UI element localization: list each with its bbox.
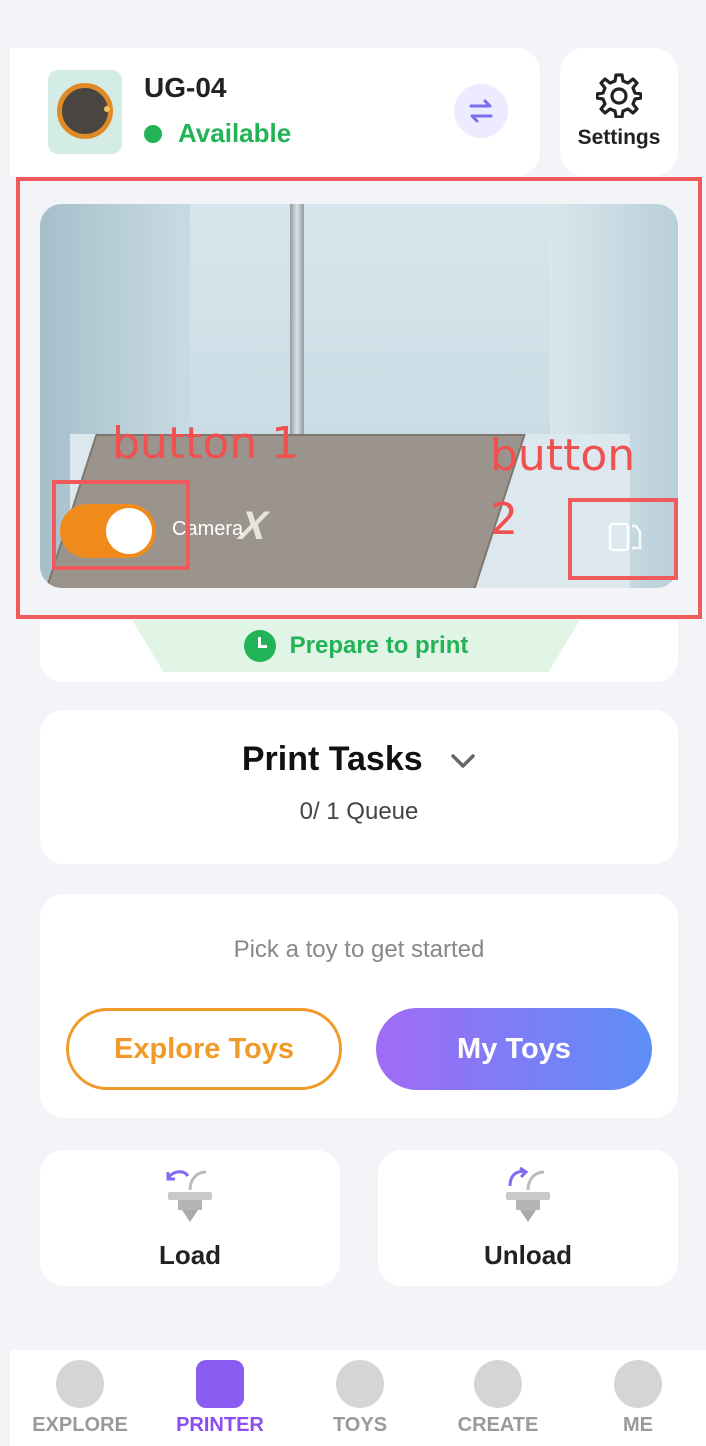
- annotation-button1-label: button 1: [112, 418, 300, 469]
- explore-toys-button[interactable]: Explore Toys: [66, 1008, 342, 1090]
- load-filament-button[interactable]: Load: [40, 1150, 340, 1286]
- unload-filament-button[interactable]: Unload: [378, 1150, 678, 1286]
- load-label: Load: [158, 1240, 222, 1270]
- print-tasks-title: Print Tasks: [241, 740, 423, 778]
- status-dot-icon: [144, 124, 162, 143]
- printer-page: UG-04 Available Settings X Camera button…: [0, 0, 706, 1446]
- tab-printer-label: PRINTER: [176, 1414, 264, 1436]
- tab-explore-label: EXPLORE: [32, 1414, 128, 1436]
- tab-create-label: CREATE: [457, 1414, 539, 1436]
- face-icon: [614, 1360, 662, 1408]
- annotation-button1-box: [52, 480, 190, 570]
- settings-label: Settings: [577, 126, 661, 149]
- pick-toy-prompt: Pick a toy to get started: [233, 936, 485, 963]
- device-name: UG-04: [144, 72, 227, 103]
- clock-icon: [243, 630, 276, 662]
- my-toys-button[interactable]: My Toys: [376, 1008, 652, 1090]
- switch-device-button[interactable]: [454, 84, 508, 138]
- tab-toys[interactable]: TOYS: [290, 1360, 430, 1437]
- annotation-button2-box: [568, 498, 678, 580]
- settings-button[interactable]: Settings: [560, 48, 678, 176]
- gear-icon: [596, 73, 642, 118]
- bulb-icon: [474, 1360, 522, 1408]
- print-status-tab: Prepare to print: [132, 620, 580, 672]
- chevron-down-icon: [451, 754, 475, 768]
- device-status-text: Available: [178, 118, 292, 148]
- printer-thumbnail: [48, 70, 122, 154]
- tab-me-label: ME: [623, 1414, 653, 1436]
- load-filament-icon: [166, 1170, 212, 1222]
- swap-arrows-icon: [469, 99, 493, 123]
- tab-me[interactable]: ME: [568, 1360, 706, 1437]
- annotation-button2-label-line1: button: [490, 430, 636, 481]
- unload-label: Unload: [483, 1240, 573, 1270]
- print-status-text: Prepare to print: [289, 632, 469, 659]
- print-tasks-header[interactable]: Print Tasks: [40, 740, 678, 779]
- printer-icon: [196, 1360, 244, 1408]
- tab-explore[interactable]: EXPLORE: [10, 1360, 150, 1437]
- annotation-button2-label-line2: 2: [490, 494, 518, 545]
- tab-printer[interactable]: PRINTER: [150, 1360, 290, 1437]
- bear-icon: [336, 1360, 384, 1408]
- tab-create[interactable]: CREATE: [428, 1360, 568, 1437]
- unload-filament-icon: [506, 1166, 550, 1222]
- bottom-tab-bar: EXPLORE PRINTER TOYS CREATE ME: [10, 1350, 706, 1446]
- device-card[interactable]: UG-04 Available: [10, 48, 540, 176]
- print-tasks-card[interactable]: Print Tasks 0/ 1 Queue: [40, 710, 678, 864]
- planet-icon: [56, 1360, 104, 1408]
- pick-toy-card: Pick a toy to get started Explore Toys M…: [40, 894, 678, 1118]
- device-status: Available: [144, 118, 291, 149]
- tab-toys-label: TOYS: [332, 1414, 388, 1436]
- print-queue-count: 0/ 1 Queue: [299, 798, 419, 825]
